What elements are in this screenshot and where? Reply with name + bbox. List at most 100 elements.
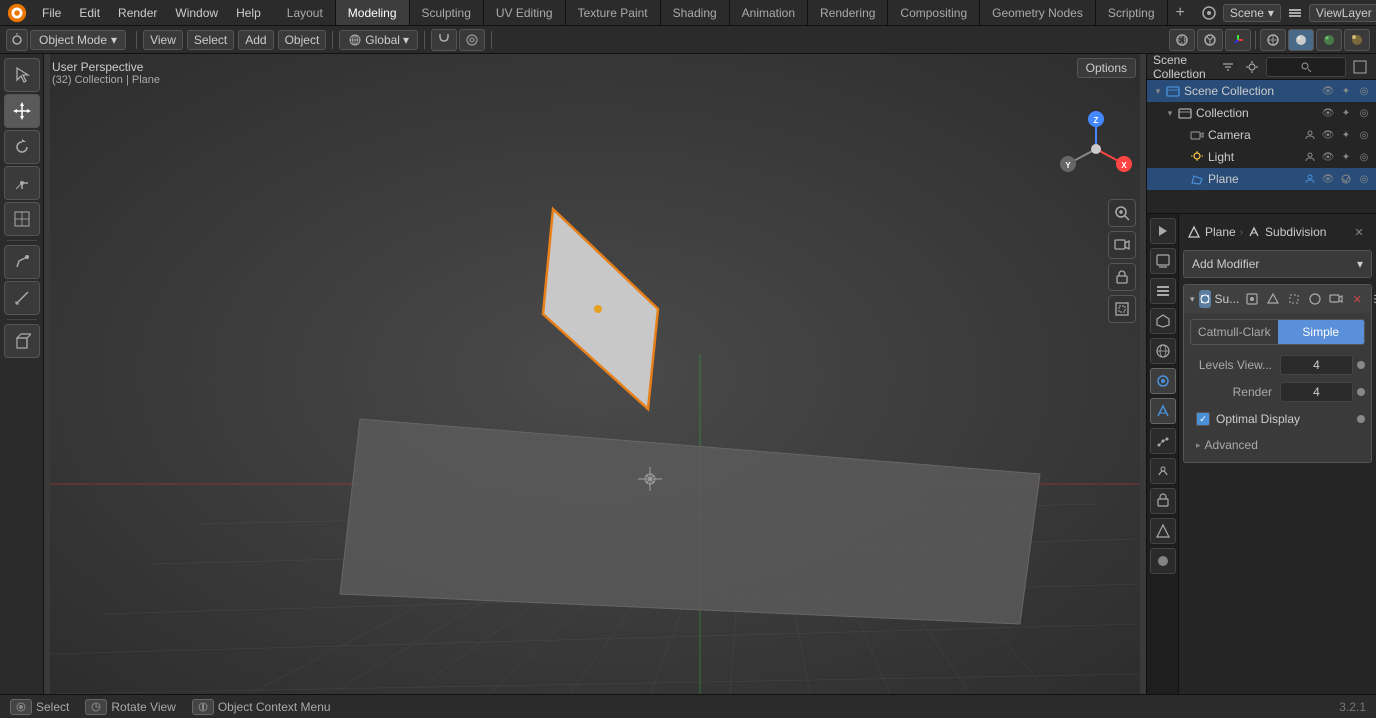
outliner-search-btn[interactable] [1266, 57, 1346, 77]
modifier-properties-tab[interactable] [1150, 398, 1176, 424]
object-mode-dropdown[interactable]: Object Mode ▾ [30, 30, 126, 50]
tab-compositing[interactable]: Compositing [888, 0, 980, 25]
prop-close-btn[interactable]: ✕ [1350, 223, 1368, 241]
outliner-extra-btn[interactable] [1350, 57, 1370, 77]
scale-tool-btn[interactable] [4, 166, 40, 200]
constraints-properties-tab[interactable] [1150, 488, 1176, 514]
render-region-btn[interactable] [1108, 295, 1136, 323]
light-item[interactable]: Light 👁 ✦ ◎ [1147, 146, 1376, 168]
tab-sculpting[interactable]: Sculpting [410, 0, 484, 25]
tab-uv-editing[interactable]: UV Editing [484, 0, 566, 25]
rotate-tool-btn[interactable] [4, 130, 40, 164]
particles-properties-tab[interactable] [1150, 428, 1176, 454]
optimal-display-checkbox[interactable]: ✓ [1196, 412, 1210, 426]
scene-collection-item[interactable]: ▾ Scene Collection 👁 ✦ ◎ [1147, 80, 1376, 102]
modifier-cage-btn[interactable] [1285, 290, 1303, 308]
collection-item[interactable]: ▾ Collection 👁 ✦ ◎ [1147, 102, 1376, 124]
viewlayer-dropdown[interactable]: ViewLayer ▾ [1309, 4, 1376, 22]
plane-item[interactable]: Plane 👁 ◎ [1147, 168, 1376, 190]
viewport-overlays-btn[interactable] [1197, 29, 1223, 51]
outliner-filter-btn[interactable] [1218, 57, 1238, 77]
navigation-gizmo[interactable]: Z X Y [1056, 109, 1136, 189]
col-visibility[interactable]: 👁 [1320, 105, 1336, 121]
object-data-properties-tab[interactable] [1150, 518, 1176, 544]
scene-dropdown[interactable]: Scene ▾ [1223, 4, 1281, 22]
render-properties-tab[interactable] [1150, 218, 1176, 244]
annotate-tool-btn[interactable] [4, 245, 40, 279]
output-properties-tab[interactable] [1150, 248, 1176, 274]
cam-user-icon[interactable] [1302, 127, 1318, 143]
modifier-delete-btn[interactable]: ✕ [1348, 290, 1366, 308]
wireframe-shading-btn[interactable] [1260, 29, 1286, 51]
zoom-in-btn[interactable] [1108, 199, 1136, 227]
lock-camera-btn[interactable] [1108, 263, 1136, 291]
viewport-options-button[interactable]: Options [1077, 58, 1136, 78]
simple-tab[interactable]: Simple [1278, 320, 1365, 344]
move-tool-btn[interactable] [4, 94, 40, 128]
tab-shading[interactable]: Shading [661, 0, 730, 25]
material-shading-btn[interactable] [1316, 29, 1342, 51]
object-btn[interactable]: Object [278, 30, 327, 50]
advanced-toggle[interactable]: ▸ Advanced [1190, 434, 1365, 456]
cam-visibility[interactable]: 👁 [1320, 127, 1336, 143]
material-properties-tab[interactable] [1150, 548, 1176, 574]
optimal-display-dot[interactable] [1357, 415, 1365, 423]
select-btn[interactable]: Select [187, 30, 234, 50]
light-visibility[interactable]: 👁 [1320, 149, 1336, 165]
add-btn[interactable]: Add [238, 30, 273, 50]
catmull-clark-tab[interactable]: Catmull-Clark [1191, 320, 1278, 344]
modifier-editmode-btn[interactable] [1264, 290, 1282, 308]
cam-select[interactable]: ✦ [1338, 127, 1354, 143]
tab-animation[interactable]: Animation [730, 0, 808, 25]
add-modifier-button[interactable]: Add Modifier ▾ [1183, 250, 1372, 278]
object-icon-btn[interactable] [6, 29, 28, 51]
light-select[interactable]: ✦ [1338, 149, 1354, 165]
blender-logo-icon[interactable] [6, 2, 28, 24]
plane-render[interactable]: ◎ [1356, 171, 1372, 187]
transform-tool-btn[interactable] [4, 202, 40, 236]
solid-shading-btn[interactable] [1288, 29, 1314, 51]
menu-help[interactable]: Help [228, 4, 269, 22]
levels-view-dot[interactable] [1357, 361, 1365, 369]
view-btn[interactable]: View [143, 30, 183, 50]
tab-scripting[interactable]: Scripting [1096, 0, 1168, 25]
render-dot[interactable] [1357, 388, 1365, 396]
measure-tool-btn[interactable] [4, 281, 40, 315]
xray-toggle-btn[interactable] [1169, 29, 1195, 51]
tab-layout[interactable]: Layout [275, 0, 336, 25]
gizmo-toggle-btn[interactable] [1225, 29, 1251, 51]
modifier-expand-btn[interactable]: ▾ [1190, 294, 1195, 305]
modifier-render-btn[interactable] [1306, 290, 1324, 308]
light-user-icon[interactable] [1302, 149, 1318, 165]
col-select[interactable]: ✦ [1338, 105, 1354, 121]
tab-modeling[interactable]: Modeling [336, 0, 410, 25]
modifier-menu-btn[interactable]: ☰ [1369, 290, 1376, 308]
transform-global-dropdown[interactable]: Global ▾ [339, 30, 418, 50]
col-render[interactable]: ◎ [1356, 105, 1372, 121]
camera-item[interactable]: Camera 👁 ✦ ◎ [1147, 124, 1376, 146]
proportional-edit-btn[interactable] [459, 29, 485, 51]
menu-edit[interactable]: Edit [71, 4, 108, 22]
camera-view-btn[interactable] [1108, 231, 1136, 259]
modifier-realtime-btn[interactable] [1243, 290, 1261, 308]
render-visibility-icon[interactable]: ◎ [1356, 83, 1372, 99]
world-properties-tab[interactable] [1150, 338, 1176, 364]
levels-view-value[interactable]: 4 [1280, 355, 1353, 375]
plane-select[interactable] [1338, 171, 1354, 187]
scene-properties-tab[interactable] [1150, 308, 1176, 334]
cursor-tool-btn[interactable] [4, 58, 40, 92]
menu-file[interactable]: File [34, 4, 69, 22]
light-render[interactable]: ◎ [1356, 149, 1372, 165]
object-properties-tab[interactable] [1150, 368, 1176, 394]
plane-visibility[interactable]: 👁 [1320, 171, 1336, 187]
rendered-shading-btn[interactable] [1344, 29, 1370, 51]
physics-properties-tab[interactable] [1150, 458, 1176, 484]
snap-magnet-btn[interactable] [431, 29, 457, 51]
restrict-select-icon[interactable]: ✦ [1338, 83, 1354, 99]
add-workspace-button[interactable]: + [1168, 0, 1193, 25]
plane-user-icon[interactable] [1302, 171, 1318, 187]
add-cube-tool-btn[interactable] [4, 324, 40, 358]
tab-texture-paint[interactable]: Texture Paint [566, 0, 661, 25]
tab-rendering[interactable]: Rendering [808, 0, 888, 25]
viewlayer-properties-tab[interactable] [1150, 278, 1176, 304]
